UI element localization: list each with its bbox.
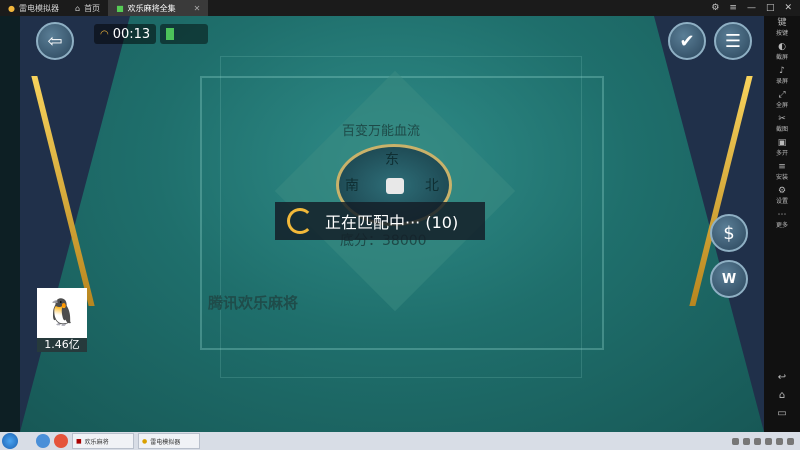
battery-icon xyxy=(160,24,209,44)
sidebar-item-settings[interactable]: ⚙ 设置 xyxy=(764,184,800,208)
tab-home-label: 首页 xyxy=(84,3,101,13)
sidebar-label: 多开 xyxy=(775,150,788,157)
task-button[interactable]: ✔ xyxy=(668,22,706,60)
tray-icon[interactable] xyxy=(743,437,750,445)
taskbar-app-icon[interactable] xyxy=(36,434,50,448)
maximize-icon[interactable]: □ xyxy=(766,3,775,13)
game-view[interactable]: 百变万能血流 东 南 北 底分：38000 腾讯欢乐麻将 ⇦ ◠ 00:13 ✔… xyxy=(20,16,764,432)
matching-text: 正在匹配中··· (10) xyxy=(325,213,459,232)
dice-icon xyxy=(386,178,404,194)
emulator-logo-icon: ● xyxy=(8,3,15,13)
timer-text: 00:13 xyxy=(112,26,151,42)
nav-buttons: ↩ ⌂ ▭ xyxy=(764,368,800,422)
coin-balance: 1.46亿 xyxy=(37,338,87,352)
emulator-app-icon: ● xyxy=(142,437,148,445)
tray-icon[interactable] xyxy=(765,437,772,445)
windows-taskbar: ■ 欢乐麻将 ● 雷电模拟器 xyxy=(0,432,800,450)
sidebar-item-record[interactable]: ♪ 录屏 xyxy=(764,64,800,88)
tray-icon[interactable] xyxy=(732,437,739,445)
sidebar-label: 截屏 xyxy=(775,54,788,61)
tab-emulator-label: 雷电模拟器 xyxy=(18,3,59,13)
sidebar-item-fullscreen[interactable]: ⤢ 全屏 xyxy=(764,88,800,112)
minimize-icon[interactable]: — xyxy=(747,3,756,13)
brand-logo-text: 腾讯欢乐麻将 xyxy=(208,294,299,312)
close-window-icon[interactable]: ✕ xyxy=(784,3,792,13)
network-icon[interactable] xyxy=(787,437,794,445)
camera-icon: ◐ xyxy=(778,42,786,52)
keyboard-icon: 键 xyxy=(777,18,787,28)
status-bar: ◠ 00:13 xyxy=(94,24,209,44)
back-icon[interactable]: ↩ xyxy=(764,368,800,386)
tab-emulator[interactable]: ● 雷电模拟器 xyxy=(0,0,67,16)
sidebar-label: 更多 xyxy=(775,222,788,229)
sidebar-label: 设置 xyxy=(775,198,788,205)
compass-east: 北 xyxy=(425,178,439,194)
compass-west: 南 xyxy=(345,178,359,194)
sidebar-item-install[interactable]: ≡ 安装 xyxy=(764,160,800,184)
tray-icon[interactable] xyxy=(754,437,761,445)
wifi-icon: ◠ xyxy=(100,28,109,40)
qq-penguin-icon: 🐧 xyxy=(45,298,79,328)
exit-icon: ⇦ xyxy=(47,30,63,52)
top-tab-bar: ● 雷电模拟器 ⌂ 首页 ■ 欢乐麻将全集 ✕ ⚙ ≡ — □ ✕ xyxy=(0,0,800,16)
lightbulb-icon: W xyxy=(721,271,737,287)
install-icon: ≡ xyxy=(778,162,786,172)
home-icon: ⌂ xyxy=(74,3,81,13)
taskbar-app-emulator[interactable]: ● 雷电模拟器 xyxy=(138,433,200,449)
record-icon: ♪ xyxy=(779,66,785,76)
settings-icon[interactable]: ⚙ xyxy=(711,3,719,13)
more-icon: ⋯ xyxy=(777,210,787,220)
compass-north: 东 xyxy=(385,152,399,168)
menu-button[interactable]: ☰ xyxy=(714,22,752,60)
player-avatar[interactable]: 🐧 xyxy=(37,288,87,338)
scissors-icon: ✂ xyxy=(778,114,786,124)
start-button[interactable] xyxy=(2,433,18,449)
fullscreen-icon: ⤢ xyxy=(778,90,786,100)
sidebar-item-more[interactable]: ⋯ 更多 xyxy=(764,208,800,232)
tab-game-label: 欢乐麻将全集 xyxy=(127,3,176,13)
list-menu-icon: ☰ xyxy=(724,30,742,52)
timer-box: ◠ 00:13 xyxy=(94,24,157,44)
emulator-sidebar: 键按键 ◐ 截屏 ♪ 录屏 ⤢ 全屏 ✂ 截图 ▣ 多开 ≡ 安装 ⚙ 设置 ⋯ 更多 ↩ ⌂ … xyxy=(764,16,800,432)
exit-button[interactable]: ⇦ xyxy=(36,22,74,60)
close-tab-icon[interactable]: ✕ xyxy=(194,4,201,13)
dollar-icon: $ xyxy=(723,222,735,244)
game-app-icon: ■ xyxy=(76,437,82,445)
sidebar-item-screenshot[interactable]: ◐ 截屏 xyxy=(764,40,800,64)
checklist-icon: ✔ xyxy=(679,30,695,52)
tab-home[interactable]: ⌂ 首页 xyxy=(67,0,108,16)
rule-text: 百变万能血流 xyxy=(342,124,421,139)
multi-window-icon: ▣ xyxy=(777,138,787,148)
matching-toast: 正在匹配中··· (10) xyxy=(275,202,485,240)
sidebar-label: 录屏 xyxy=(775,78,788,85)
loading-spinner-icon xyxy=(287,208,313,234)
recent-apps-icon[interactable]: ▭ xyxy=(764,404,800,422)
sidebar-label: 全屏 xyxy=(775,102,788,109)
sidebar-item-multi[interactable]: ▣ 多开 xyxy=(764,136,800,160)
system-tray xyxy=(732,437,800,445)
home-nav-icon[interactable]: ⌂ xyxy=(764,386,800,404)
sidebar-label: 截图 xyxy=(775,126,788,133)
sidebar-item-cut[interactable]: ✂ 截图 xyxy=(764,112,800,136)
taskbar-app-label: 雷电模拟器 xyxy=(150,438,181,446)
shop-button[interactable]: $ xyxy=(710,214,748,252)
sidebar-label: 按键 xyxy=(775,30,788,37)
taskbar-app-label: 欢乐麻将 xyxy=(84,438,109,446)
tab-game[interactable]: ■ 欢乐麻将全集 ✕ xyxy=(108,0,209,16)
chrome-icon[interactable] xyxy=(54,434,68,448)
game-tab-icon: ■ xyxy=(116,3,124,13)
menu-icon[interactable]: ≡ xyxy=(729,3,737,13)
gear-icon: ⚙ xyxy=(777,186,787,196)
sidebar-item-keys[interactable]: 键按键 xyxy=(764,16,800,40)
hint-button[interactable]: W xyxy=(710,260,748,298)
sidebar-label: 安装 xyxy=(775,174,788,181)
volume-icon[interactable] xyxy=(776,437,783,445)
window-controls: ⚙ ≡ — □ ✕ xyxy=(711,3,800,13)
taskbar-app-game[interactable]: ■ 欢乐麻将 xyxy=(72,433,134,449)
